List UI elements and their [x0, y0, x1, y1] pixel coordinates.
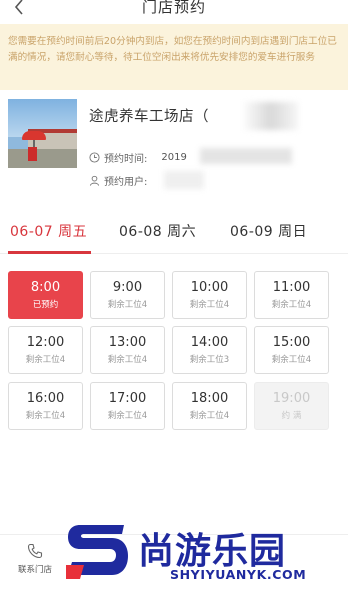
slot-status: 已预约 — [32, 300, 59, 310]
appointment-user-row: 预约用户: — [89, 173, 161, 188]
appointment-notice: 您需要在预约时间前后20分钟内到店，如您在预约时间内到店遇到门店工位已满的情况，… — [0, 24, 348, 90]
slot-status: 剩余工位4 — [189, 411, 230, 421]
time-slot-1000[interactable]: 10:00 剩余工位4 — [172, 271, 247, 319]
slot-time: 8:00 — [30, 280, 61, 295]
store-name: 途虎养车工场店（ — [89, 109, 209, 125]
tab-date-0608[interactable]: 06-08 周六 — [119, 221, 196, 241]
page-title: 门店预约 — [141, 0, 206, 16]
time-slot-1900: 19:00 约 满 — [254, 382, 329, 430]
slot-time: 14:00 — [190, 335, 229, 350]
time-slot-1400[interactable]: 14:00 剩余工位3 — [172, 326, 247, 374]
user-icon — [89, 175, 100, 186]
time-slot-0900[interactable]: 9:00 剩余工位4 — [90, 271, 165, 319]
slot-status: 剩余工位3 — [189, 355, 230, 365]
time-slot-1700[interactable]: 17:00 剩余工位4 — [90, 382, 165, 430]
slot-time: 17:00 — [108, 391, 147, 406]
slot-time: 9:00 — [112, 280, 143, 295]
slot-status: 约 满 — [281, 411, 302, 421]
appointment-time-label: 预约时间: — [104, 154, 148, 165]
time-slot-1800[interactable]: 18:00 剩余工位4 — [172, 382, 247, 430]
slot-time: 16:00 — [26, 391, 65, 406]
appointment-time-row: 预约时间: 2019 — [89, 150, 187, 165]
time-slot-grid: 8:00 已预约 9:00 剩余工位4 10:00 剩余工位4 11:00 剩余… — [0, 254, 348, 534]
time-slot-1200[interactable]: 12:00 剩余工位4 — [8, 326, 83, 374]
watermark-url: SHYIYUANYK.COM — [170, 567, 307, 582]
tab-date-0609[interactable]: 06-09 周日 — [230, 221, 307, 241]
slot-status: 剩余工位4 — [271, 355, 312, 365]
slot-time: 10:00 — [190, 280, 229, 295]
appointment-user-label: 预约用户: — [104, 177, 148, 188]
slot-time: 18:00 — [190, 391, 229, 406]
slot-time: 11:00 — [272, 280, 311, 295]
redacted-user — [164, 171, 204, 189]
time-slot-1600[interactable]: 16:00 剩余工位4 — [8, 382, 83, 430]
slot-status: 剩余工位4 — [271, 300, 312, 310]
time-slot-1100[interactable]: 11:00 剩余工位4 — [254, 271, 329, 319]
watermark-logo — [66, 525, 128, 579]
slot-time: 19:00 — [272, 391, 311, 406]
time-slot-1300[interactable]: 13:00 剩余工位4 — [90, 326, 165, 374]
contact-store-label: 联系门店 — [17, 565, 52, 575]
slot-time: 13:00 — [108, 335, 147, 350]
slot-status: 剩余工位4 — [25, 355, 66, 365]
redacted-store-name — [244, 102, 298, 130]
phone-icon — [27, 543, 43, 559]
store-photo — [8, 99, 77, 168]
top-bar: 门店预约 — [0, 0, 348, 24]
slot-status: 剩余工位4 — [25, 411, 66, 421]
time-slot-0800[interactable]: 8:00 已预约 — [8, 271, 83, 319]
tab-date-0607[interactable]: 06-07 周五 — [10, 221, 87, 241]
contact-store-button[interactable]: 联系门店 — [10, 543, 60, 575]
slot-time: 15:00 — [272, 335, 311, 350]
clock-icon — [89, 152, 100, 163]
slot-status: 剩余工位4 — [107, 411, 148, 421]
slot-time: 12:00 — [26, 335, 65, 350]
slot-status: 剩余工位4 — [107, 355, 148, 365]
slot-status: 剩余工位4 — [189, 300, 230, 310]
time-slot-1500[interactable]: 15:00 剩余工位4 — [254, 326, 329, 374]
date-tabs: 06-07 周五 06-08 周六 06-09 周日 — [0, 206, 348, 254]
redacted-time — [200, 148, 292, 164]
slot-status: 剩余工位4 — [107, 300, 148, 310]
appointment-time-value: 2019 — [161, 152, 187, 163]
store-card: 途虎养车工场店（ 预约时间: 2019 预约用户: — [0, 90, 348, 206]
